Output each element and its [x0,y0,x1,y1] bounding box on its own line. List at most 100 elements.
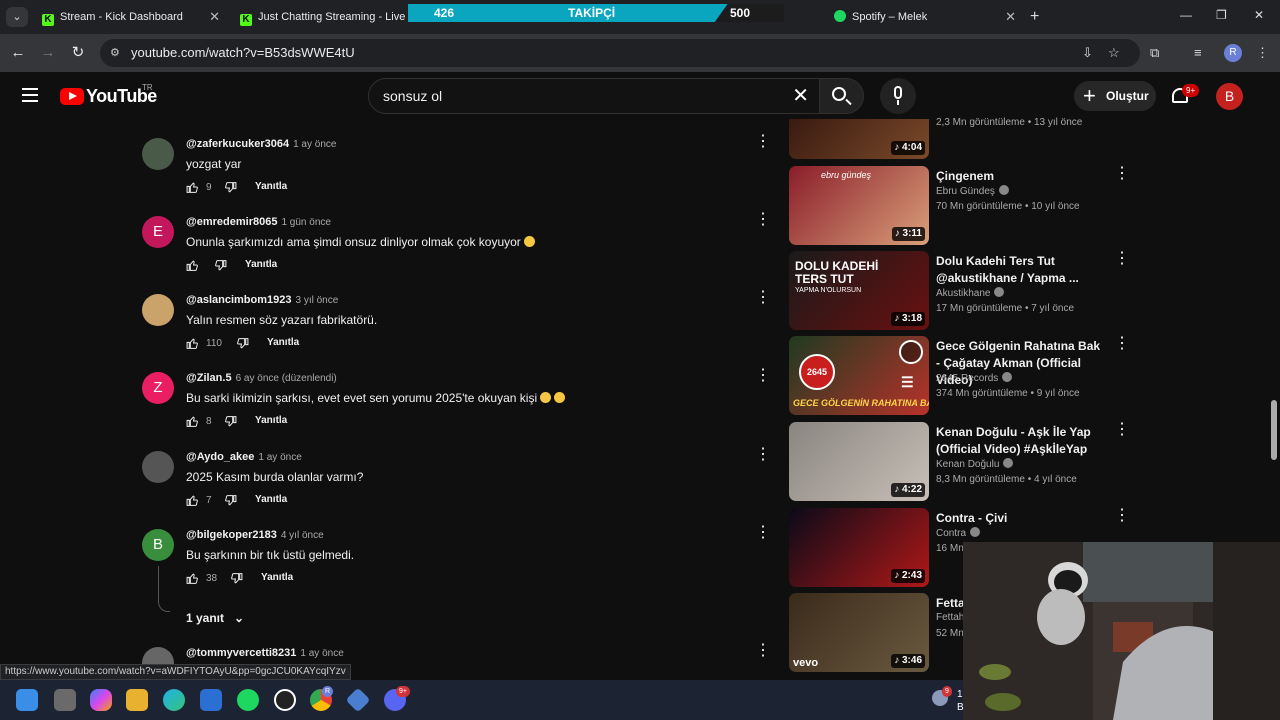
youtube-logo-icon[interactable] [60,88,84,105]
like-icon[interactable] [186,337,199,350]
video-title[interactable]: Dolu Kadehi Ters Tut @akustikhane / Yapm… [936,253,1106,287]
related-video-card[interactable]: DOLU KADEHİ TERS TUT YAPMA N'OLURSUN ♪ 3:18… [789,251,1130,331]
related-video-card[interactable]: ♪ 4:04 2,3 Mn görüntüleme • 13 yıl önce [789,81,1129,161]
channel-name[interactable]: 2645 Records [936,372,1013,384]
site-info-icon[interactable]: ⚙ [110,46,124,60]
store-icon[interactable] [200,689,222,711]
account-avatar[interactable]: B [1216,83,1243,110]
dislike-icon[interactable] [224,181,237,194]
more-options-icon[interactable]: ⋮ [1114,251,1130,267]
video-thumbnail[interactable]: vevo ♪ 3:46 [789,593,929,672]
channel-name[interactable]: Fettah [936,612,964,623]
more-options-icon[interactable]: ⋮ [755,368,771,384]
back-icon[interactable]: ← [8,43,28,63]
spotify-taskbar-icon[interactable] [237,689,259,711]
comment-time[interactable]: 1 ay önce [293,139,336,150]
related-video-card[interactable]: ♪ 4:22 Kenan Doğulu - Aşk İle Yap (Offici… [789,422,1130,502]
copilot-icon[interactable] [90,689,112,711]
dislike-icon[interactable] [224,494,237,507]
more-options-icon[interactable]: ⋮ [1114,166,1130,182]
commenter-avatar[interactable] [142,294,174,326]
watch-later-icon[interactable] [899,340,923,364]
windows-start-icon[interactable] [16,689,38,711]
dislike-icon[interactable] [214,259,227,272]
url-text[interactable]: youtube.com/watch?v=B53dsWWE4tU [131,39,355,67]
obs-icon[interactable] [274,689,296,711]
new-tab-button[interactable]: + [1030,7,1046,27]
scrollbar-thumb[interactable] [1271,400,1277,460]
reply-button[interactable]: Yanıtla [245,259,277,270]
reload-icon[interactable]: ↻ [68,43,88,63]
forward-icon[interactable]: → [38,43,58,63]
video-thumbnail[interactable]: ♪ 4:04 [789,119,929,159]
more-options-icon[interactable]: ⋮ [1114,336,1130,352]
extensions-icon[interactable]: ⧉ [1150,45,1159,61]
app-diamond-icon[interactable] [345,687,371,713]
like-icon[interactable] [186,259,199,272]
commenter-avatar[interactable]: E [142,216,174,248]
comment-time[interactable]: 4 yıl önce [281,530,324,541]
install-app-icon[interactable]: ⇩ [1082,45,1093,61]
close-icon[interactable]: ✕ [1005,4,1016,30]
video-thumbnail[interactable]: ♪ 2:43 [789,508,929,587]
channel-name[interactable]: Ebru Gündeş [936,185,1009,197]
like-icon[interactable] [186,572,199,585]
commenter-avatar[interactable]: Z [142,372,174,404]
tab-just-chatting[interactable]: K Just Chatting Streaming - Live S [230,4,410,34]
comment-time[interactable]: 1 ay önce [258,452,301,463]
comment-author[interactable]: @emredemir8065 [186,216,277,228]
commenter-avatar[interactable] [142,138,174,170]
edge-icon[interactable] [163,689,185,711]
close-icon[interactable]: ✕ [209,4,220,30]
dislike-icon[interactable] [224,415,237,428]
menu-icon[interactable] [22,88,38,102]
video-title[interactable]: Contra - Çivi [936,510,1106,527]
video-thumbnail[interactable]: ♪ 4:22 [789,422,929,501]
more-options-icon[interactable]: ⋮ [755,447,771,463]
tab-kick-dashboard[interactable]: K Stream - Kick Dashboard ✕ [32,4,228,34]
browser-profile-avatar[interactable]: R [1224,44,1242,62]
comment-time[interactable]: 3 yıl önce [296,295,339,306]
bookmark-star-icon[interactable]: ☆ [1108,45,1120,61]
channel-name[interactable]: Contra [936,527,981,539]
commenter-avatar[interactable] [142,451,174,483]
like-icon[interactable] [186,181,199,194]
reply-button[interactable]: Yanıtla [255,494,287,505]
tab-spotify[interactable]: Spotify – Melek ✕ [824,4,1024,34]
reply-button[interactable]: Yanıtla [267,337,299,348]
comment-author[interactable]: @Zilan.5 [186,372,232,384]
minimize-icon[interactable]: — [1180,8,1192,22]
related-video-card[interactable]: GECE GÖLGENİN RAHATINA BAK 2645 ☰ Gece Gölg… [789,336,1130,416]
commenter-avatar[interactable]: B [142,529,174,561]
comment-author[interactable]: @bilgekoper2183 [186,529,277,541]
more-options-icon[interactable]: ⋮ [755,212,771,228]
add-to-queue-icon[interactable]: ☰ [901,374,914,391]
tab-search-button[interactable]: ⌄ [6,7,28,27]
channel-name[interactable]: Akustikhane [936,287,1005,299]
comment-author[interactable]: @Aydo_akee [186,451,254,463]
video-thumbnail[interactable]: DOLU KADEHİ TERS TUT YAPMA N'OLURSUN ♪ 3:18 [789,251,929,330]
dislike-icon[interactable] [236,337,249,350]
show-replies-button[interactable]: 1 yanıt ⌄ [186,611,244,625]
more-options-icon[interactable]: ⋮ [755,134,771,150]
browser-menu-icon[interactable]: ⋮ [1256,45,1269,61]
channel-name[interactable]: Kenan Doğulu [936,458,1014,470]
video-thumbnail[interactable]: GECE GÖLGENİN RAHATINA BAK 2645 ☰ [789,336,929,415]
maximize-icon[interactable]: ❐ [1216,8,1227,22]
comment-time[interactable]: 1 gün önce [281,217,331,228]
video-thumbnail[interactable]: ebru gündeş ♪ 3:11 [789,166,929,245]
like-icon[interactable] [186,415,199,428]
comment-author[interactable]: @aslancimbom1923 [186,294,292,306]
comment-time[interactable]: 1 ay önce [300,648,343,659]
comment-time[interactable]: 6 ay önce (düzenlendi) [236,373,337,384]
file-explorer-icon[interactable] [126,689,148,711]
reply-button[interactable]: Yanıtla [261,572,293,583]
related-video-card[interactable]: ebru gündeş ♪ 3:11 Çingenem Ebru Gündeş 70 M… [789,166,1130,246]
omnibox[interactable]: ⚙ youtube.com/watch?v=B53dsWWE4tU ⇩ ☆ [100,39,1140,67]
more-options-icon[interactable]: ⋮ [755,525,771,541]
reply-button[interactable]: Yanıtla [255,415,287,426]
video-title[interactable]: Kenan Doğulu - Aşk İle Yap (Official Vid… [936,424,1106,458]
comment-author[interactable]: @zaferkucuker3064 [186,138,289,150]
more-options-icon[interactable]: ⋮ [755,290,771,306]
more-options-icon[interactable]: ⋮ [1114,422,1130,438]
